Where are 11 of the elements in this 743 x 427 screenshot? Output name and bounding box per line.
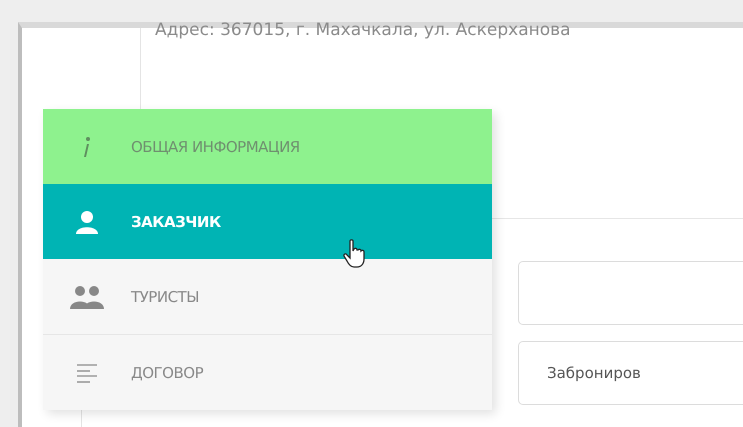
input-field[interactable]: Заброниров (518, 341, 743, 405)
menu-item[interactable]: ДОГОВОР (43, 335, 492, 410)
person-icon (74, 208, 100, 234)
menu-item[interactable]: ОБЩАЯ ИНФОРМАЦИЯ (43, 109, 492, 184)
menu-item[interactable]: ЗАКАЗЧИК (43, 184, 492, 259)
people-icon (69, 284, 105, 310)
info-icon (83, 136, 91, 158)
input-field[interactable] (518, 261, 743, 325)
lines-icon (76, 362, 98, 384)
address-text: Адрес: 367015, г. Махачкала, ул. Аскерханова (154, 20, 571, 42)
hand-cursor-icon (343, 239, 367, 269)
